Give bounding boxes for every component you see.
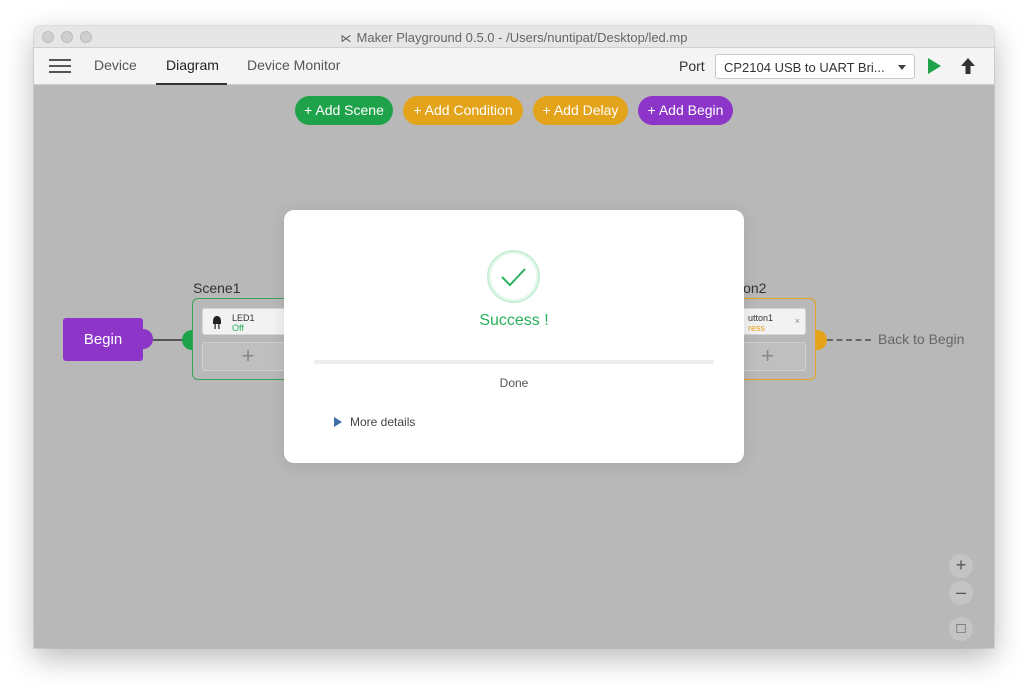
condition-device-name: utton1 <box>748 313 774 323</box>
tab-device[interactable]: Device <box>94 57 137 73</box>
more-details-toggle[interactable]: More details <box>334 415 415 429</box>
port-select[interactable]: CP2104 USB to UART Bri... <box>715 54 915 79</box>
top-toolbar: Device Diagram Device Monitor Port CP210… <box>34 48 994 85</box>
progress-bar <box>314 360 714 364</box>
scene-add-device-button[interactable]: + <box>202 342 294 371</box>
scene-device-chip[interactable]: LED1 Off <box>202 308 294 335</box>
scene-device-status: Off <box>232 323 244 333</box>
checkmark-icon <box>501 268 526 287</box>
tab-diagram[interactable]: Diagram <box>166 57 219 73</box>
scene-device-name: LED1 <box>232 313 255 323</box>
chevron-down-icon <box>898 65 906 70</box>
disclosure-triangle-icon <box>334 417 342 427</box>
back-to-begin-label: Back to Begin <box>878 331 965 347</box>
window-title-text: Maker Playground 0.5.0 - /Users/nuntipat… <box>356 30 688 45</box>
add-scene-button[interactable]: + Add Scene <box>295 96 393 125</box>
remove-icon[interactable]: × <box>795 316 800 326</box>
menu-icon[interactable] <box>49 59 71 73</box>
progress-status: Done <box>499 376 529 390</box>
begin-output-port[interactable] <box>139 329 153 349</box>
condition-device-status: ress <box>748 323 766 333</box>
upload-icon[interactable] <box>960 57 976 75</box>
app-logo-icon: ⋉ <box>340 33 352 45</box>
fit-to-screen-icon[interactable]: □ <box>949 617 973 641</box>
condition-output-port[interactable] <box>815 330 827 350</box>
app-window: ⋉ Maker Playground 0.5.0 - /Users/nuntipa… <box>34 26 994 648</box>
window-title: ⋉ Maker Playground 0.5.0 - /Users/nuntipa… <box>34 30 994 45</box>
led-icon <box>213 316 221 329</box>
add-begin-button[interactable]: + Add Begin <box>638 96 733 125</box>
port-select-value: CP2104 USB to UART Bri... <box>724 60 885 75</box>
add-delay-button[interactable]: + Add Delay <box>533 96 628 125</box>
dialog-title: Success ! <box>479 312 549 329</box>
begin-block[interactable]: Begin <box>63 318 143 361</box>
title-bar: ⋉ Maker Playground 0.5.0 - /Users/nuntipa… <box>34 26 994 48</box>
success-badge <box>487 250 540 303</box>
zoom-out-icon[interactable]: – <box>949 581 973 605</box>
port-label: Port <box>679 58 705 74</box>
scene-title: Scene1 <box>193 280 241 296</box>
run-button[interactable] <box>928 58 941 74</box>
tab-device-monitor[interactable]: Device Monitor <box>247 57 340 73</box>
zoom-in-icon[interactable]: + <box>949 554 973 578</box>
more-details-label: More details <box>350 415 416 429</box>
diagram-canvas[interactable]: + Add Scene + Add Condition + Add Delay … <box>34 85 994 648</box>
upload-status-dialog: Success ! Done More details <box>284 210 744 463</box>
progress-bar-fill <box>314 360 714 364</box>
add-condition-button[interactable]: + Add Condition <box>403 96 523 125</box>
dashed-connection-line <box>827 339 871 341</box>
